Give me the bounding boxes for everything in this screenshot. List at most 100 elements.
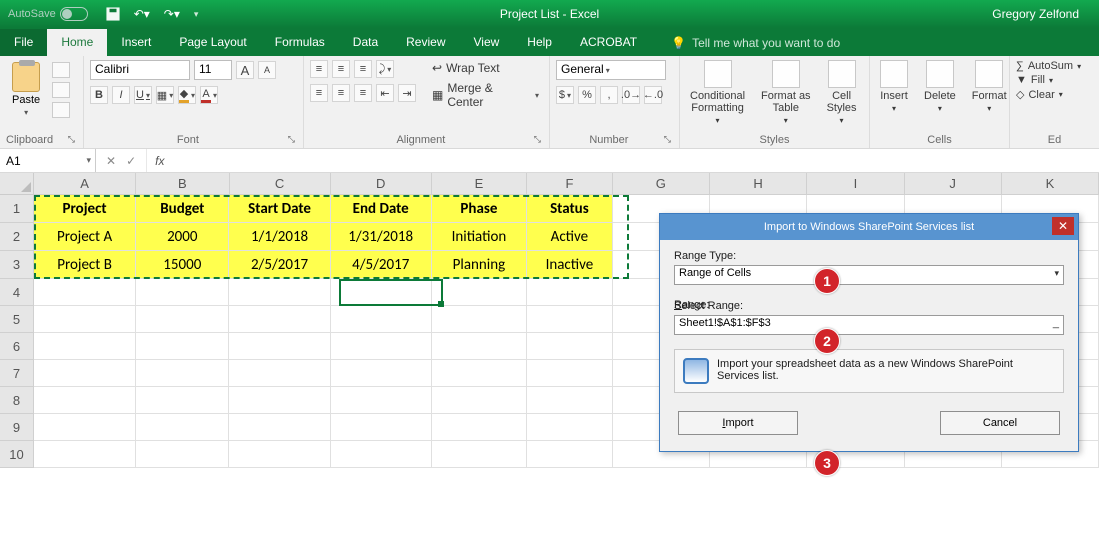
autosave-toggle[interactable]: AutoSave	[8, 7, 88, 21]
cell-E5[interactable]	[432, 306, 527, 333]
col-header-E[interactable]: E	[432, 173, 527, 195]
bold-button[interactable]: B	[90, 86, 108, 104]
cell-B3[interactable]: 15000	[136, 251, 229, 279]
increase-indent-button[interactable]: ⇥	[398, 84, 416, 102]
cancel-formula-icon[interactable]: ✕	[106, 154, 116, 168]
dialog-titlebar[interactable]: Import to Windows SharePoint Services li…	[660, 214, 1078, 240]
paste-button[interactable]: Paste ▾	[6, 60, 46, 119]
cell-D6[interactable]	[331, 333, 432, 360]
cell-B8[interactable]	[136, 387, 229, 414]
align-middle-button[interactable]: ≡	[332, 60, 350, 78]
range-type-combo[interactable]: Range of Cells	[674, 265, 1064, 285]
delete-cells-button[interactable]: Delete▾	[920, 60, 960, 113]
row-header-8[interactable]: 8	[0, 387, 34, 414]
autosum-button[interactable]: ∑AutoSum▾	[1016, 60, 1093, 72]
percent-format-button[interactable]: %	[578, 86, 596, 104]
select-all-corner[interactable]	[0, 173, 34, 195]
borders-button[interactable]: ▦	[156, 86, 174, 104]
autosave-switch-icon[interactable]	[60, 7, 88, 21]
format-as-table-button[interactable]: Format as Table▾	[757, 60, 815, 125]
cell-D1[interactable]: End Date	[331, 195, 432, 223]
underline-button[interactable]: U	[134, 86, 152, 104]
col-header-J[interactable]: J	[905, 173, 1002, 195]
cell-E1[interactable]: Phase	[432, 195, 527, 223]
copy-icon[interactable]	[52, 82, 70, 98]
cell-A6[interactable]	[34, 333, 136, 360]
col-header-K[interactable]: K	[1002, 173, 1099, 195]
cell-A4[interactable]	[34, 279, 136, 306]
col-header-G[interactable]: G	[613, 173, 710, 195]
cell-D3[interactable]: 4/5/2017	[331, 251, 432, 279]
formula-bar[interactable]	[172, 149, 1099, 172]
cell-B5[interactable]	[136, 306, 229, 333]
cell-C10[interactable]	[229, 441, 330, 468]
alignment-dialog-launcher[interactable]: ⤡	[532, 134, 543, 145]
fill-button[interactable]: ▼Fill▾	[1016, 74, 1093, 86]
merge-center-button[interactable]: ▦Merge & Center	[428, 80, 543, 110]
cell-C4[interactable]	[229, 279, 330, 306]
cell-B9[interactable]	[136, 414, 229, 441]
cell-F7[interactable]	[527, 360, 613, 387]
cell-D10[interactable]	[331, 441, 432, 468]
redo-icon[interactable]: ↷▾	[164, 7, 180, 21]
italic-button[interactable]: I	[112, 86, 130, 104]
cell-E9[interactable]	[432, 414, 527, 441]
cell-C7[interactable]	[229, 360, 330, 387]
cell-D8[interactable]	[331, 387, 432, 414]
decrease-decimal-button[interactable]: ←.0	[644, 86, 662, 104]
cell-B6[interactable]	[136, 333, 229, 360]
qat-customize-icon[interactable]: ▾	[194, 9, 199, 20]
col-header-D[interactable]: D	[331, 173, 432, 195]
cell-D2[interactable]: 1/31/2018	[331, 223, 432, 251]
tab-help[interactable]: Help	[513, 29, 566, 56]
decrease-font-button[interactable]: A	[258, 61, 276, 79]
tab-review[interactable]: Review	[392, 29, 459, 56]
cell-F4[interactable]	[527, 279, 613, 306]
increase-decimal-button[interactable]: .0→	[622, 86, 640, 104]
cell-C1[interactable]: Start Date	[229, 195, 330, 223]
row-header-7[interactable]: 7	[0, 360, 34, 387]
cell-C5[interactable]	[229, 306, 330, 333]
cell-B2[interactable]: 2000	[136, 223, 229, 251]
cell-C9[interactable]	[229, 414, 330, 441]
fx-icon[interactable]: fx	[147, 149, 172, 172]
format-cells-button[interactable]: Format▾	[968, 60, 1011, 113]
cell-F8[interactable]	[527, 387, 613, 414]
clear-button[interactable]: ◇Clear▾	[1016, 88, 1093, 101]
row-header-9[interactable]: 9	[0, 414, 34, 441]
row-header-3[interactable]: 3	[0, 251, 34, 279]
font-dialog-launcher[interactable]: ⤡	[286, 134, 297, 145]
dialog-close-button[interactable]: ✕	[1052, 217, 1074, 235]
cell-F3[interactable]: Inactive	[527, 251, 613, 279]
cell-F5[interactable]	[527, 306, 613, 333]
row-header-6[interactable]: 6	[0, 333, 34, 360]
col-header-C[interactable]: C	[230, 173, 331, 195]
cell-F1[interactable]: Status	[527, 195, 613, 223]
cell-A10[interactable]	[34, 441, 136, 468]
row-header-4[interactable]: 4	[0, 279, 34, 306]
tab-acrobat[interactable]: ACROBAT	[566, 29, 651, 56]
align-bottom-button[interactable]: ≡	[354, 60, 372, 78]
col-header-I[interactable]: I	[807, 173, 904, 195]
cell-D4[interactable]	[331, 279, 432, 306]
row-header-2[interactable]: 2	[0, 223, 34, 251]
tab-data[interactable]: Data	[339, 29, 392, 56]
cell-styles-button[interactable]: Cell Styles▾	[823, 60, 861, 125]
cell-E10[interactable]	[432, 441, 527, 468]
cell-C3[interactable]: 2/5/2017	[229, 251, 330, 279]
cell-D9[interactable]	[331, 414, 432, 441]
font-color-button[interactable]: A	[200, 86, 218, 104]
cell-A5[interactable]	[34, 306, 136, 333]
enter-formula-icon[interactable]: ✓	[126, 154, 136, 168]
row-header-10[interactable]: 10	[0, 441, 34, 468]
cell-D5[interactable]	[331, 306, 432, 333]
cell-E8[interactable]	[432, 387, 527, 414]
cell-B10[interactable]	[136, 441, 229, 468]
tab-formulas[interactable]: Formulas	[261, 29, 339, 56]
cell-B4[interactable]	[136, 279, 229, 306]
cancel-button[interactable]: Cancel	[940, 411, 1060, 435]
cell-E7[interactable]	[432, 360, 527, 387]
cell-A1[interactable]: Project	[34, 195, 136, 223]
import-button[interactable]: Import	[678, 411, 798, 435]
tab-view[interactable]: View	[460, 29, 514, 56]
